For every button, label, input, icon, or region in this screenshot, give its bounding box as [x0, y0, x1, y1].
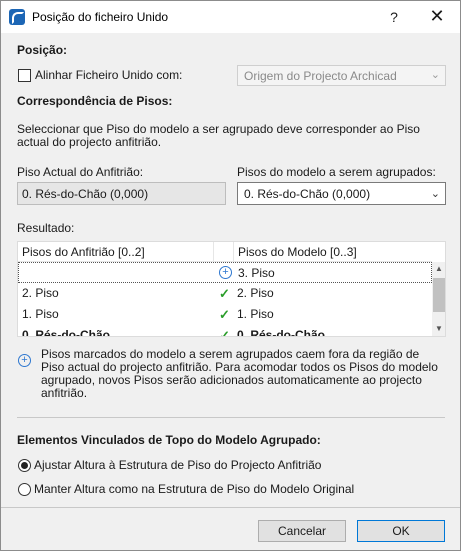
host-cell: 1. Piso	[22, 307, 59, 321]
stories-heading: Correspondência de Pisos:	[17, 94, 173, 108]
align-checkbox-label[interactable]: Alinhar Ficheiro Unido com:	[35, 68, 182, 82]
host-story-value: 0. Rés-do-Chão (0,000)	[22, 187, 149, 201]
radio-adjust-height[interactable]	[18, 459, 31, 472]
check-icon: ✓	[219, 328, 230, 337]
radio-keep-height[interactable]	[18, 483, 31, 496]
archicad-app-icon	[9, 9, 25, 25]
align-origin-value: Origem do Projecto Archicad	[244, 69, 397, 83]
scroll-down-icon[interactable]: ▼	[432, 322, 445, 336]
radio-adjust-height-label[interactable]: Ajustar Altura à Estrutura de Piso do Pr…	[34, 458, 321, 472]
model-stories-label: Pisos do modelo a serem agrupados:	[237, 165, 436, 179]
dialog-title: Posição do ficheiro Unido	[32, 10, 169, 24]
column-header-host[interactable]: Pisos do Anfitrião [0..2]	[18, 242, 214, 262]
footer-divider	[1, 507, 460, 508]
host-cell: 0. Rés-do-Chão	[22, 328, 111, 337]
table-row[interactable]: 0. Rés-do-Chão ✓ 0. Rés-do-Chão	[18, 325, 432, 337]
check-icon: ✓	[219, 286, 230, 301]
table-scrollbar[interactable]: ▲ ▼	[432, 262, 445, 336]
align-checkbox[interactable]	[18, 69, 31, 82]
table-row[interactable]: 2. Piso ✓ 2. Piso	[18, 283, 432, 304]
divider	[17, 417, 445, 418]
table-row[interactable]: + 3. Piso	[18, 262, 432, 283]
align-origin-dropdown: Origem do Projecto Archicad ⌄	[237, 65, 446, 86]
host-story-label: Piso Actual do Anfitrião:	[17, 165, 144, 179]
model-story-dropdown[interactable]: 0. Rés-do-Chão (0,000) ⌄	[237, 182, 446, 205]
check-icon: ✓	[219, 307, 230, 322]
table-row[interactable]: 1. Piso ✓ 1. Piso	[18, 304, 432, 325]
model-cell: 0. Rés-do-Chão	[237, 328, 326, 337]
host-cell: 2. Piso	[22, 286, 59, 300]
radio-keep-height-label[interactable]: Manter Altura como na Estrutura de Piso …	[34, 482, 354, 496]
info-plus-icon: +	[18, 354, 31, 367]
result-table[interactable]: Pisos do Anfitrião [0..2] Pisos do Model…	[17, 241, 446, 337]
help-button[interactable]: ?	[379, 5, 409, 29]
position-heading: Posição:	[17, 43, 68, 57]
scroll-thumb[interactable]	[433, 278, 445, 312]
chevron-down-icon: ⌄	[430, 69, 440, 81]
scroll-up-icon[interactable]: ▲	[432, 262, 445, 276]
linked-elements-heading: Elementos Vinculados de Topo do Modelo A…	[17, 433, 321, 447]
result-label: Resultado:	[17, 221, 75, 235]
model-story-value: 0. Rés-do-Chão (0,000)	[244, 187, 371, 201]
model-cell: 1. Piso	[237, 307, 274, 321]
add-story-icon: +	[219, 266, 232, 279]
column-header-model[interactable]: Pisos do Modelo [0..3]	[234, 242, 432, 262]
model-cell: 2. Piso	[237, 286, 274, 300]
host-story-field: 0. Rés-do-Chão (0,000)	[17, 182, 226, 205]
info-text: Pisos marcados do modelo a serem agrupad…	[41, 347, 438, 400]
merge-position-dialog: Posição do ficheiro Unido ? ✕ Posição: A…	[0, 0, 461, 551]
column-header-status[interactable]	[214, 242, 234, 262]
chevron-down-icon: ⌄	[430, 188, 440, 200]
cancel-button[interactable]: Cancelar	[258, 520, 346, 542]
ok-button[interactable]: OK	[357, 520, 445, 542]
stories-description: Seleccionar que Piso do modelo a ser agr…	[17, 122, 420, 149]
close-icon[interactable]: ✕	[421, 5, 453, 29]
title-bar: Posição do ficheiro Unido ? ✕	[1, 1, 460, 33]
model-cell: 3. Piso	[238, 266, 275, 280]
